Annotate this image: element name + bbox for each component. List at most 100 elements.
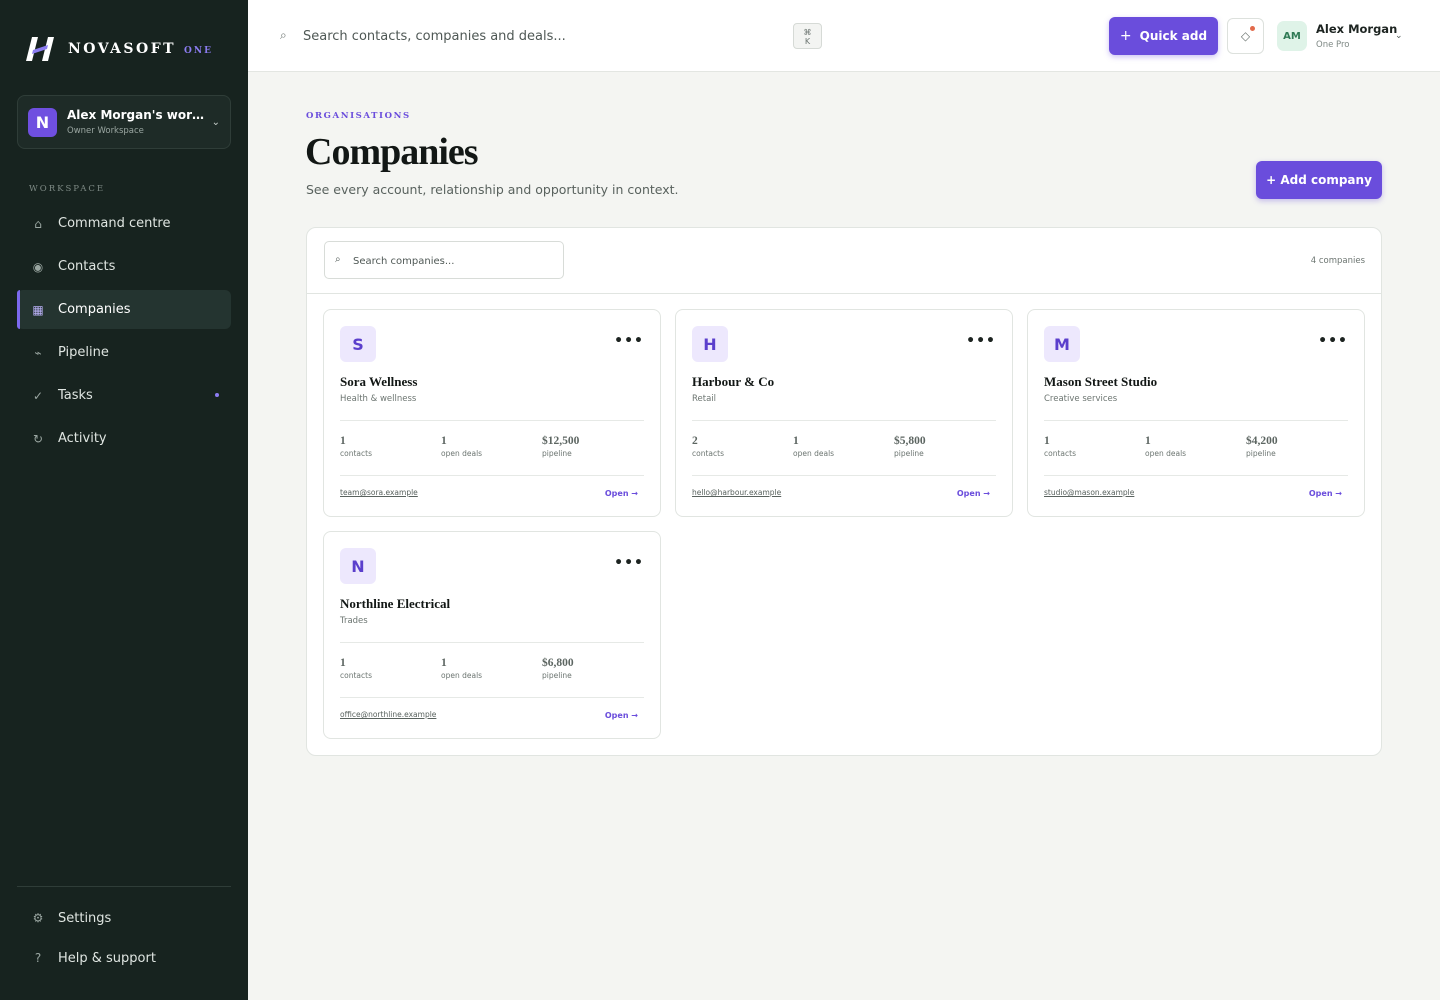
home-icon: ⌂: [34, 216, 42, 231]
sidebar-item-settings[interactable]: ⚙ Settings: [17, 900, 231, 936]
stat-value: 1: [1145, 435, 1151, 447]
company-logo: N: [340, 548, 376, 584]
stat-pipeline: $12,500 pipeline: [542, 435, 579, 458]
page-eyebrow: ORGANISATIONS: [306, 111, 411, 121]
sidebar-item-help[interactable]: ? Help & support: [17, 940, 231, 976]
company-card-sora-wellness[interactable]: S ••• Sora Wellness Health & wellness 1 …: [323, 309, 661, 517]
divider: [692, 475, 996, 476]
company-name: Northline Electrical: [340, 596, 451, 611]
sidebar-item-tasks[interactable]: ✓ Tasks: [17, 376, 231, 415]
stat-value: $12,500: [542, 435, 580, 447]
stat-value: 1: [340, 657, 346, 669]
page-subtitle: See every account, relationship and oppo…: [306, 182, 679, 197]
sidebar-item-label: Pipeline: [58, 345, 109, 360]
more-options-icon[interactable]: •••: [1318, 334, 1348, 348]
page-title: Companies: [305, 131, 479, 173]
workspace-name: Alex Morgan's workspace: [67, 108, 208, 122]
companies-panel: ⌕ 4 companies S ••• Sora Wellness Health…: [306, 227, 1382, 756]
add-company-button[interactable]: + Add company: [1256, 161, 1382, 199]
open-company-link[interactable]: Open →: [1309, 489, 1342, 498]
notification-badge: [1250, 26, 1255, 31]
chevron-down-icon: ⌄: [211, 116, 220, 128]
stat-value: 1: [441, 435, 447, 447]
company-search-input[interactable]: [353, 251, 553, 271]
company-email-link[interactable]: team@sora.example: [340, 488, 418, 497]
notifications-button[interactable]: ◇: [1227, 18, 1264, 54]
sidebar-bottom-nav: ⚙ Settings ? Help & support: [17, 900, 231, 980]
divider: [1044, 420, 1348, 421]
company-industry: Trades: [340, 616, 368, 626]
company-industry: Retail: [692, 394, 717, 404]
global-search-input[interactable]: [303, 24, 773, 48]
stat-contacts: 1 contacts: [340, 435, 372, 458]
search-icon: ⌕: [280, 28, 287, 42]
company-logo: H: [692, 326, 728, 362]
user-menu[interactable]: AM Alex Morgan One Pro ⌄: [1277, 20, 1407, 52]
help-icon: ?: [34, 951, 42, 965]
user-plan: One Pro: [1316, 40, 1350, 50]
company-industry: Creative services: [1044, 394, 1118, 404]
stat-contacts: 1 contacts: [1044, 435, 1076, 458]
workspace-avatar: N: [28, 107, 57, 137]
stat-value: 1: [1044, 435, 1050, 447]
stat-open-deals: 1 open deals: [441, 657, 482, 680]
company-email-link[interactable]: office@northline.example: [340, 710, 436, 719]
sidebar-item-pipeline[interactable]: ⌁ Pipeline: [17, 333, 231, 372]
pipeline-icon: ⌁: [34, 345, 42, 360]
more-options-icon[interactable]: •••: [614, 556, 644, 570]
stat-label: contacts: [692, 449, 724, 458]
stat-label: pipeline: [542, 671, 572, 680]
stat-contacts: 2 contacts: [692, 435, 724, 458]
bell-icon: ◇: [1240, 29, 1251, 43]
stat-value: 2: [692, 435, 698, 447]
sidebar-item-label: Command centre: [58, 216, 171, 231]
more-options-icon[interactable]: •••: [966, 334, 996, 348]
activity-icon: ↻: [32, 431, 44, 446]
sidebar-item-activity[interactable]: ↻ Activity: [17, 419, 231, 458]
company-name: Sora Wellness: [340, 374, 418, 389]
shortcut-key: K: [804, 37, 811, 46]
plus-icon: +: [1119, 28, 1132, 44]
sidebar-item-command-centre[interactable]: ⌂ Command centre: [17, 204, 231, 243]
company-card-harbour-co[interactable]: H ••• Harbour & Co Retail 2 contacts 1 o…: [675, 309, 1013, 517]
sidebar-item-label: Companies: [58, 302, 131, 317]
stat-label: open deals: [793, 449, 835, 458]
company-card-northline-electrical[interactable]: N ••• Northline Electrical Trades 1 cont…: [323, 531, 661, 739]
brand-name: NOVASOFT: [68, 41, 177, 57]
topbar: ⌕ ⌘ K + Quick add ◇ AM Alex Morgan One P…: [248, 0, 1440, 72]
company-name: Harbour & Co: [692, 374, 775, 389]
stat-pipeline: $5,800 pipeline: [894, 435, 926, 458]
company-search: ⌕: [324, 241, 564, 279]
stat-open-deals: 1 open deals: [1145, 435, 1186, 458]
sidebar-item-companies[interactable]: ▦ Companies: [17, 290, 231, 329]
workspace-switcher[interactable]: N Alex Morgan's workspace Owner Workspac…: [17, 95, 231, 149]
company-name: Mason Street Studio: [1044, 374, 1158, 389]
stat-label: pipeline: [894, 449, 924, 458]
stat-label: pipeline: [542, 449, 572, 458]
stat-pipeline: $6,800 pipeline: [542, 657, 574, 680]
brand[interactable]: NOVASOFT ONE: [24, 34, 213, 64]
company-logo: M: [1044, 326, 1080, 362]
shortcut-hint: ⌘ K: [793, 23, 822, 49]
quick-add-label: Quick add: [1139, 29, 1208, 43]
gear-icon: ⚙: [32, 911, 44, 925]
novasoft-logo-icon: [26, 37, 54, 61]
stat-label: open deals: [441, 671, 483, 680]
stat-value: $6,800: [542, 657, 574, 669]
company-card-mason-street-studio[interactable]: M ••• Mason Street Studio Creative servi…: [1027, 309, 1365, 517]
stat-label: pipeline: [1246, 449, 1276, 458]
stat-label: open deals: [441, 449, 483, 458]
company-email-link[interactable]: hello@harbour.example: [692, 488, 781, 497]
company-email-link[interactable]: studio@mason.example: [1044, 488, 1134, 497]
sidebar-item-contacts[interactable]: ◉ Contacts: [17, 247, 231, 286]
sidebar-item-label: Help & support: [58, 950, 156, 966]
more-options-icon[interactable]: •••: [614, 334, 644, 348]
stat-label: contacts: [340, 671, 372, 680]
divider: [1044, 475, 1348, 476]
open-company-link[interactable]: Open →: [605, 711, 638, 720]
open-company-link[interactable]: Open →: [957, 489, 990, 498]
open-company-link[interactable]: Open →: [605, 489, 638, 498]
companies-grid-icon: ▦: [32, 302, 44, 317]
quick-add-button[interactable]: + Quick add: [1109, 17, 1218, 55]
stat-label: contacts: [1044, 449, 1076, 458]
